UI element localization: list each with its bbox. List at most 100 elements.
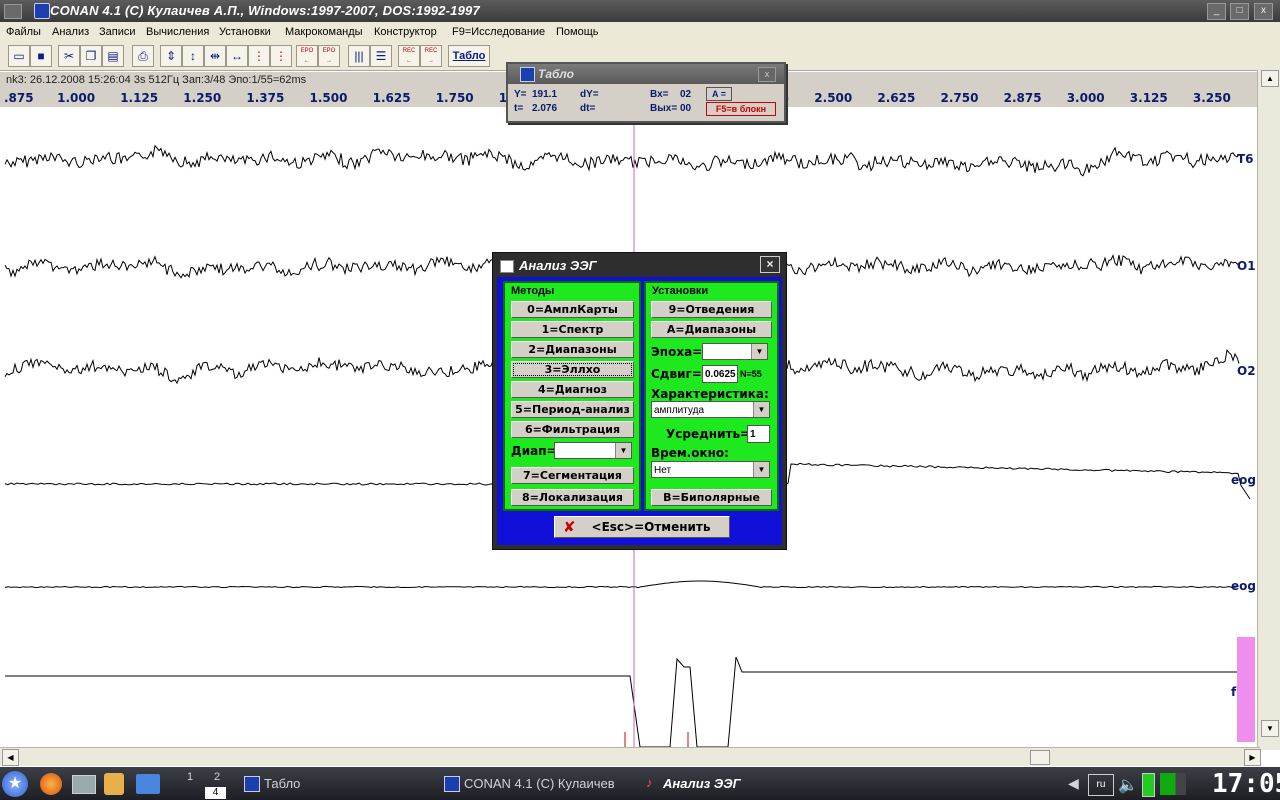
- characteristic-select[interactable]: амплитуда ▼: [651, 401, 770, 418]
- vertical-scrollbar[interactable]: ▲ ▼: [1257, 70, 1280, 750]
- menu-records[interactable]: Записи: [99, 26, 136, 38]
- tablo-close-icon[interactable]: x: [758, 67, 776, 82]
- firefox-icon[interactable]: [40, 773, 62, 795]
- task-dialog-icon: ♪: [646, 775, 653, 790]
- scroll-thumb[interactable]: [1030, 750, 1050, 765]
- compress-vertical-icon[interactable]: ⇕: [160, 45, 182, 67]
- file-manager-icon[interactable]: [104, 773, 124, 795]
- a-button[interactable]: A =: [706, 87, 732, 101]
- window-menu-icon[interactable]: [4, 4, 22, 19]
- desktop-2[interactable]: 2: [214, 771, 220, 783]
- save-icon[interactable]: ■: [30, 45, 52, 67]
- maximize-button[interactable]: □: [1230, 3, 1249, 20]
- trace-eog-2: [4, 580, 1239, 589]
- scroll-right-icon[interactable]: ▶: [1244, 749, 1261, 766]
- time-tick: 2.625: [877, 91, 916, 105]
- method-ranges-button[interactable]: 2=Диапазоны: [511, 341, 634, 358]
- method-ellipse-button[interactable]: 3=Эллхо: [511, 361, 634, 378]
- expand-horizontal-icon[interactable]: ↔: [226, 45, 248, 67]
- shift-field[interactable]: 0.0625: [702, 365, 738, 383]
- eeg-analysis-dialog[interactable]: Анализ ЭЭГ × Методы 0=АмплКарты 1=Спектр…: [492, 252, 787, 550]
- rec-right-icon[interactable]: REC →: [420, 45, 442, 67]
- method-period-analysis-button[interactable]: 5=Период-анализ: [511, 401, 634, 418]
- method-ampl-maps-button[interactable]: 0=АмплКарты: [511, 301, 634, 318]
- desktop-pager[interactable]: 1 2 4: [180, 769, 228, 799]
- dialog-title-bar[interactable]: Анализ ЭЭГ ×: [497, 255, 782, 275]
- trace-fot: [5, 656, 1240, 747]
- terminal-icon[interactable]: [72, 775, 96, 794]
- open-icon[interactable]: ▭: [8, 45, 30, 67]
- ranges-settings-button[interactable]: A=Диапазоны: [651, 321, 772, 338]
- copy-icon[interactable]: ❐: [80, 45, 102, 67]
- epo-left-icon[interactable]: EPO ←: [296, 45, 318, 67]
- expand-vertical-icon[interactable]: ↕: [182, 45, 204, 67]
- time-tick: 1.750: [435, 91, 474, 105]
- cancel-button[interactable]: ✘ <Esc>=Отменить: [554, 516, 730, 538]
- diap-label: Диап=: [511, 444, 557, 458]
- menu-research[interactable]: F9=Исследование: [452, 26, 545, 38]
- epoch-select[interactable]: ▼: [702, 343, 768, 360]
- diap-select[interactable]: ▼: [554, 442, 632, 459]
- minimize-button[interactable]: _: [1207, 3, 1226, 20]
- time-tick: 1.000: [57, 91, 96, 105]
- horizontal-scrollbar[interactable]: ◀ ▶: [0, 747, 1261, 766]
- channel-label: eog: [1231, 473, 1256, 487]
- tablo-button[interactable]: Табло: [448, 45, 490, 67]
- y-value: 191.1: [532, 89, 558, 100]
- paste-icon[interactable]: ▤: [102, 45, 124, 67]
- average-field[interactable]: 1: [747, 425, 770, 443]
- tray-arrow-icon[interactable]: ◀: [1068, 775, 1079, 792]
- chevron-down-icon[interactable]: ▼: [615, 443, 631, 458]
- shift-label: Сдвиг=: [651, 367, 702, 381]
- method-segmentation-button[interactable]: 7=Сегментация: [511, 467, 634, 484]
- method-spectrum-button[interactable]: 1=Спектр: [511, 321, 634, 338]
- chevron-down-icon[interactable]: ▼: [753, 462, 769, 477]
- desktop-1[interactable]: 1: [187, 771, 193, 783]
- channels-icon[interactable]: |||: [348, 45, 370, 67]
- volume-icon[interactable]: 🔈: [1118, 775, 1138, 795]
- method-localization-button[interactable]: 8=Локализация: [511, 489, 634, 506]
- menu-help[interactable]: Помощь: [556, 26, 599, 38]
- grid-left-icon[interactable]: ⋮: [248, 45, 270, 67]
- record-info: nk3: 26.12.2008 15:26:04 3s 512Гц Зап:3/…: [6, 74, 307, 86]
- editor-icon[interactable]: [136, 774, 160, 794]
- compress-horizontal-icon[interactable]: ⇹: [204, 45, 226, 67]
- task-eeg-analysis[interactable]: Анализ ЭЭГ: [663, 776, 741, 791]
- scroll-up-icon[interactable]: ▲: [1261, 70, 1279, 87]
- menu-files[interactable]: Файлы: [6, 26, 41, 38]
- rec-left-icon[interactable]: REC ←: [398, 45, 420, 67]
- menu-calculations[interactable]: Вычисления: [146, 26, 209, 38]
- dt-label: dt=: [580, 103, 596, 114]
- menu-analysis[interactable]: Анализ: [52, 26, 89, 38]
- epo-right-icon[interactable]: EPO →: [318, 45, 340, 67]
- task-tablo[interactable]: Табло: [264, 776, 300, 791]
- taskbar: ★ 1 2 4 Табло CONAN 4.1 (C) Кулаичев ♪ А…: [0, 767, 1280, 800]
- scroll-left-icon[interactable]: ◀: [2, 749, 19, 766]
- method-diagnosis-button[interactable]: 4=Диагноз: [511, 381, 634, 398]
- bipolar-button[interactable]: B=Биполярные: [651, 489, 772, 506]
- method-filtering-button[interactable]: 6=Фильтрация: [511, 421, 634, 438]
- dialog-close-icon[interactable]: ×: [760, 256, 780, 273]
- scroll-down-icon[interactable]: ▼: [1261, 720, 1279, 737]
- print-icon[interactable]: ⎙: [132, 45, 154, 67]
- start-menu-icon[interactable]: ★: [2, 771, 28, 797]
- cut-icon[interactable]: ✂: [58, 45, 80, 67]
- in-label: Вх=: [650, 89, 669, 100]
- leads-button[interactable]: 9=Отведения: [651, 301, 772, 318]
- task-conan[interactable]: CONAN 4.1 (C) Кулаичев: [464, 776, 615, 791]
- chevron-down-icon[interactable]: ▼: [753, 402, 769, 417]
- app-icon: [444, 776, 460, 792]
- f5-notebook-button[interactable]: F5=в блокн: [706, 102, 776, 116]
- tablo-window[interactable]: Табло x Y= 191.1 t= 2.076 dY= dt= Вх= 02…: [506, 62, 786, 123]
- menu-macros[interactable]: Макрокоманды: [285, 26, 363, 38]
- table-icon[interactable]: ☰: [370, 45, 392, 67]
- close-button[interactable]: x: [1254, 3, 1273, 20]
- tablo-title-bar[interactable]: Табло x: [508, 64, 784, 84]
- keyboard-layout-icon[interactable]: ru: [1088, 774, 1114, 796]
- desktop-4[interactable]: 4: [205, 787, 226, 799]
- grid-right-icon[interactable]: ⋮: [270, 45, 292, 67]
- menu-settings[interactable]: Установки: [219, 26, 271, 38]
- chevron-down-icon[interactable]: ▼: [751, 344, 767, 359]
- time-window-select[interactable]: Нет ▼: [651, 461, 770, 478]
- menu-constructor[interactable]: Конструктор: [374, 26, 437, 38]
